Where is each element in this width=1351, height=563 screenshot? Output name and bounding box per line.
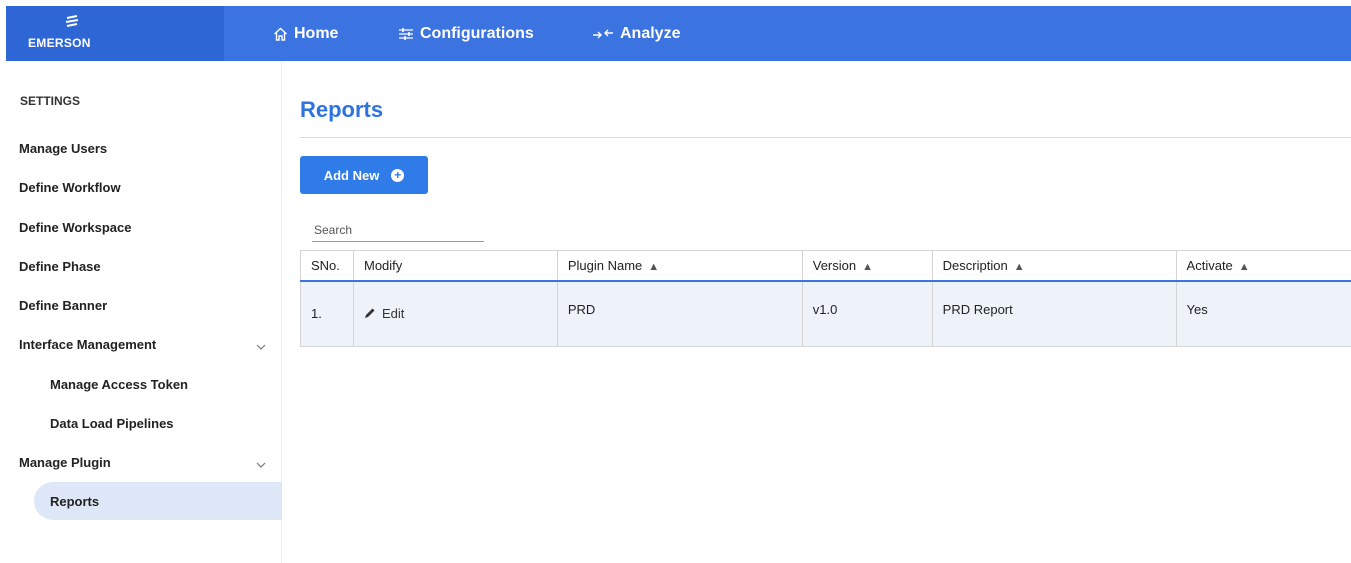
home-icon [274, 27, 287, 41]
cell-modify: Edit [352, 280, 558, 347]
cell-description: PRD Report [931, 280, 1177, 347]
col-header-activate[interactable]: Activate ▲︎ [1175, 250, 1351, 282]
sidebar-item-manage-access-token[interactable]: Manage Access Token [50, 377, 188, 392]
sidebar-item-define-banner[interactable]: Define Banner [19, 298, 107, 313]
reports-table: SNo. Modify Plugin Name ▲︎ Version ▲︎ Desc… [300, 250, 1351, 347]
sidebar-item-interface-management[interactable]: Interface Management [19, 337, 156, 352]
sort-icon[interactable]: ▲︎ [648, 261, 659, 273]
nav-configurations[interactable]: Configurations [398, 6, 534, 61]
edit-link[interactable]: Edit [364, 306, 404, 321]
chevron-down-icon[interactable] [256, 460, 266, 470]
app-window: EMERSON Home Configurations Analyze SETT… [6, 6, 1351, 563]
sidebar-header: SETTINGS [20, 94, 81, 108]
table-header-row: SNo. Modify Plugin Name ▲︎ Version ▲︎ Desc… [300, 250, 1351, 282]
add-new-button[interactable]: Add New + [300, 156, 428, 194]
cell-plugin-name: PRD [556, 280, 803, 347]
sidebar-item-manage-plugin[interactable]: Manage Plugin [19, 455, 111, 470]
sidebar-item-data-load-pipelines[interactable]: Data Load Pipelines [50, 416, 174, 431]
plus-circle-icon: + [391, 168, 405, 182]
nav-home-label: Home [294, 24, 339, 42]
analyze-icon [593, 29, 613, 38]
sort-icon[interactable]: ▲︎ [1239, 261, 1250, 273]
nav-configurations-label: Configurations [420, 24, 534, 42]
col-header-plugin-name[interactable]: Plugin Name ▲︎ [556, 250, 803, 282]
nav-analyze[interactable]: Analyze [592, 6, 680, 61]
title-divider [300, 137, 1351, 138]
col-header-version[interactable]: Version ▲︎ [801, 250, 933, 282]
settings-sidebar: SETTINGS Manage Users Define Workflow De… [6, 61, 282, 563]
sidebar-item-define-phase[interactable]: Define Phase [19, 259, 101, 274]
chevron-down-icon[interactable] [256, 342, 266, 352]
nav-home[interactable]: Home [273, 6, 338, 61]
col-header-sno: SNo. [300, 250, 354, 282]
page-title: Reports [300, 97, 384, 122]
pencil-icon [364, 308, 375, 318]
sidebar-item-reports[interactable]: Reports [50, 494, 99, 509]
sidebar-item-define-workspace[interactable]: Define Workspace [19, 220, 131, 235]
emerson-logo-icon [65, 15, 79, 27]
brand-logo[interactable]: EMERSON [6, 6, 224, 61]
cell-activate: Yes [1175, 280, 1351, 347]
sidebar-item-manage-users[interactable]: Manage Users [19, 141, 107, 156]
col-header-description[interactable]: Description ▲︎ [931, 250, 1177, 282]
search-input[interactable] [312, 218, 484, 242]
sliders-icon [399, 27, 413, 40]
sidebar-item-define-workflow[interactable]: Define Workflow [19, 180, 121, 195]
edit-label: Edit [381, 305, 405, 321]
cell-version: v1.0 [801, 280, 933, 347]
table-row[interactable]: 1. Edit PRD v1.0 PRD Report Yes [300, 280, 1351, 347]
col-header-modify: Modify [352, 250, 558, 282]
add-new-label: Add New [323, 167, 380, 183]
sort-icon[interactable]: ▲︎ [1014, 261, 1025, 273]
cell-sno: 1. [300, 280, 354, 347]
nav-analyze-label: Analyze [620, 24, 681, 42]
main-content: Reports Add New + SNo. Modify Plugin Nam… [282, 61, 1351, 563]
brand-name: EMERSON [28, 36, 91, 50]
sort-icon[interactable]: ▲︎ [862, 261, 873, 273]
top-navigation-bar: EMERSON Home Configurations Analyze [6, 6, 1351, 61]
